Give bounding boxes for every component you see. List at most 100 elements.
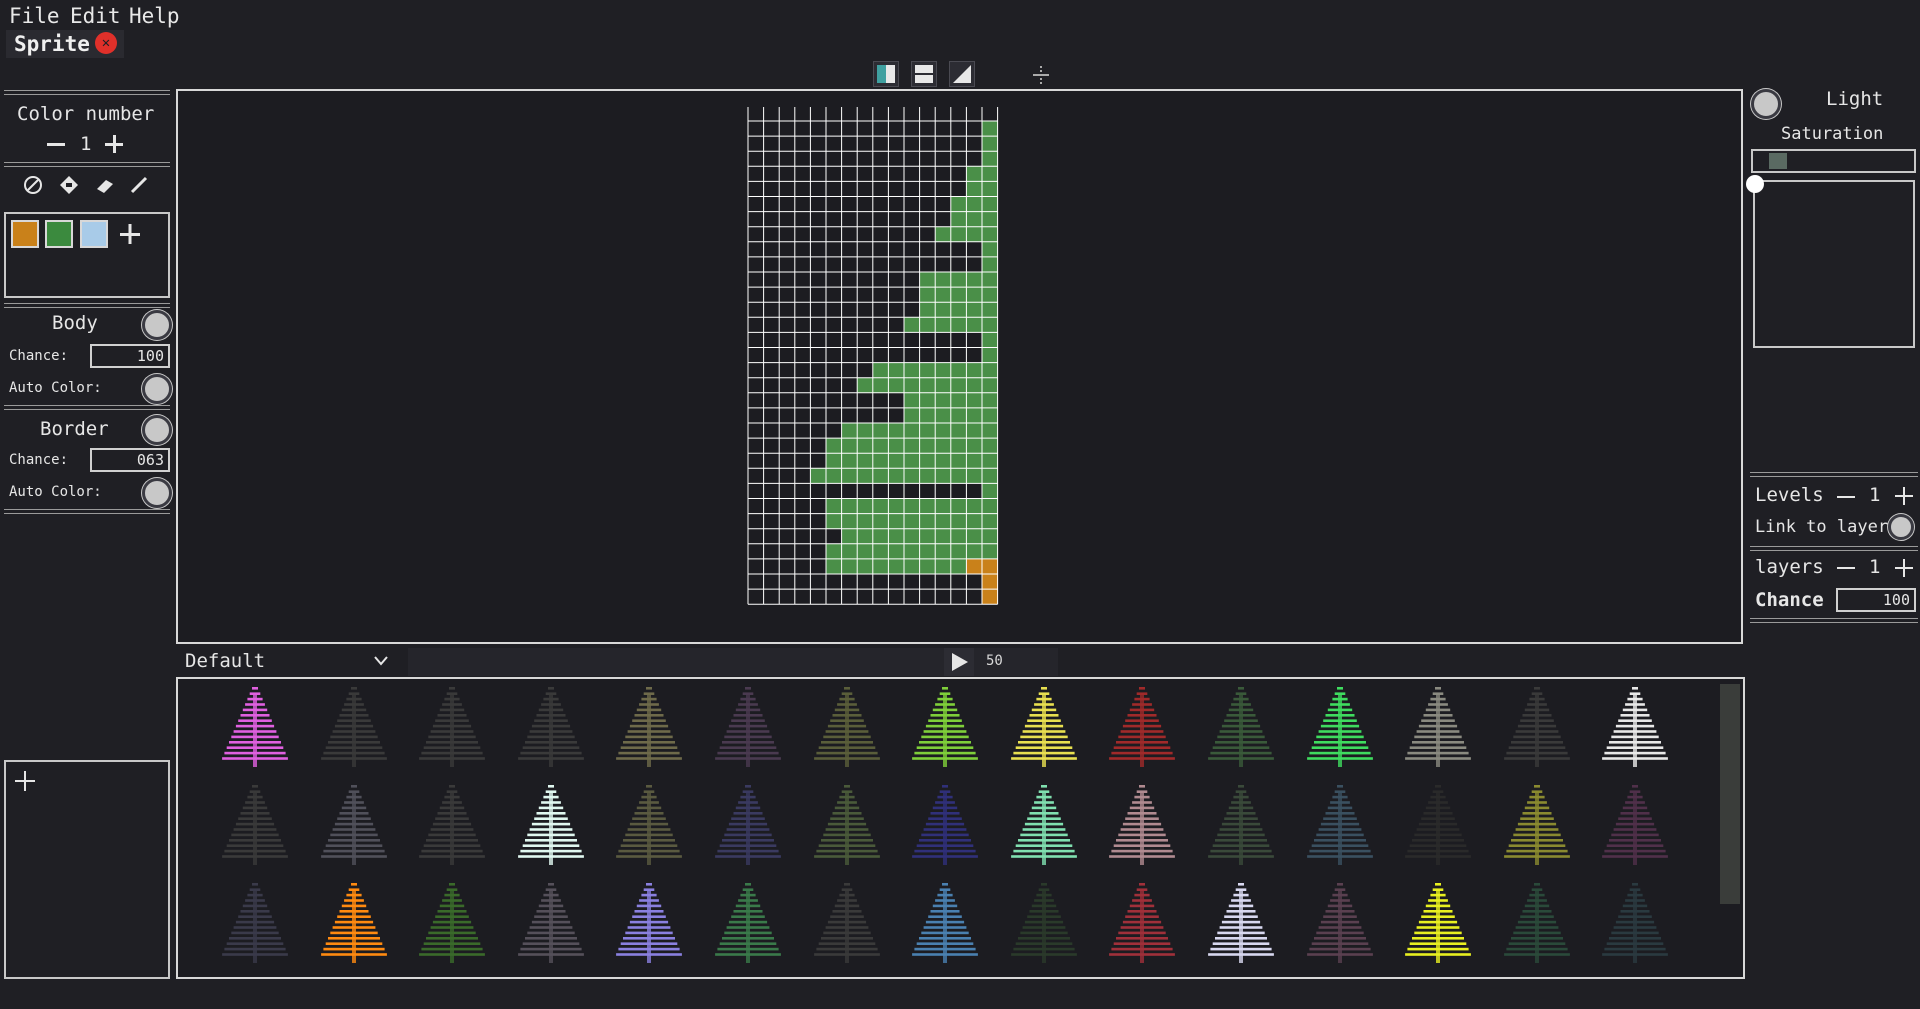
grid-cell[interactable] <box>950 196 967 212</box>
tree-sprite[interactable] <box>616 879 683 971</box>
layer-chance-input[interactable]: 100 <box>1836 588 1916 612</box>
pencil-icon[interactable] <box>128 174 150 196</box>
drawing-canvas[interactable] <box>176 89 1743 644</box>
grid-cell[interactable] <box>857 558 873 574</box>
tree-sprite[interactable] <box>912 683 979 775</box>
pixel-grid[interactable] <box>178 91 1741 642</box>
grid-cell[interactable] <box>950 423 967 439</box>
mirror-horizontal-icon[interactable] <box>911 61 937 87</box>
grid-cell[interactable] <box>919 423 936 439</box>
grid-cell[interactable] <box>935 287 951 303</box>
grid-cell[interactable] <box>857 528 873 544</box>
grid-cell[interactable] <box>935 272 951 288</box>
grid-cell[interactable] <box>904 528 920 544</box>
tree-sprite[interactable] <box>1109 683 1176 775</box>
no-symbol-icon[interactable] <box>22 174 44 196</box>
grid-cell[interactable] <box>841 498 858 514</box>
tree-sprite[interactable] <box>419 879 486 971</box>
tree-sprite[interactable] <box>1405 781 1472 873</box>
grid-cell[interactable] <box>982 392 998 408</box>
grid-cell[interactable] <box>841 558 858 574</box>
grid-cell[interactable] <box>966 211 982 227</box>
speed-value[interactable]: 50 <box>986 653 1003 669</box>
grid-cell[interactable] <box>857 453 873 469</box>
grid-cell[interactable] <box>872 558 889 574</box>
tree-sprite[interactable] <box>1602 879 1669 971</box>
grid-cell[interactable] <box>888 362 904 378</box>
light-toggle[interactable] <box>1751 89 1781 119</box>
grid-cell[interactable] <box>841 543 858 559</box>
tree-sprite[interactable] <box>320 879 387 971</box>
grid-cell[interactable] <box>966 407 982 423</box>
scrollbar[interactable] <box>1720 684 1740 904</box>
grid-cell[interactable] <box>966 272 982 288</box>
grid-cell[interactable] <box>826 498 842 514</box>
layers-plus-icon[interactable] <box>1894 558 1914 578</box>
grid-cell[interactable] <box>966 287 982 303</box>
grid-cell[interactable] <box>966 181 982 197</box>
grid-cell[interactable] <box>982 468 998 484</box>
grid-cell[interactable] <box>826 513 842 529</box>
grid-cell[interactable] <box>857 543 873 559</box>
levels-plus-icon[interactable] <box>1894 486 1914 506</box>
tree-sprite[interactable] <box>813 879 880 971</box>
grid-cell[interactable] <box>919 453 936 469</box>
grid-cell[interactable] <box>919 362 936 378</box>
palette-swatch-1[interactable] <box>11 220 39 248</box>
grid-cell[interactable] <box>966 543 982 559</box>
grid-cell[interactable] <box>872 543 889 559</box>
grid-cell[interactable] <box>904 498 920 514</box>
tree-sprite[interactable] <box>912 781 979 873</box>
tree-sprite[interactable] <box>715 683 781 775</box>
grid-cell[interactable] <box>904 558 920 574</box>
grid-cell[interactable] <box>966 498 982 514</box>
grid-cell[interactable] <box>966 423 982 439</box>
grid-cell[interactable] <box>872 528 889 544</box>
tree-sprite[interactable] <box>222 683 288 775</box>
grid-cell[interactable] <box>982 423 998 439</box>
grid-cell[interactable] <box>919 468 936 484</box>
border-auto-color-toggle[interactable] <box>142 478 172 508</box>
grid-cell[interactable] <box>888 377 904 393</box>
tree-sprite[interactable] <box>517 879 584 971</box>
grid-cell[interactable] <box>982 151 998 167</box>
tree-sprite[interactable] <box>1306 879 1373 971</box>
grid-cell[interactable] <box>982 287 998 303</box>
grid-cell[interactable] <box>982 166 998 182</box>
grid-cell[interactable] <box>950 392 967 408</box>
grid-cell[interactable] <box>982 362 998 378</box>
grid-cell[interactable] <box>919 407 936 423</box>
grid-cell[interactable] <box>982 226 998 242</box>
grid-cell[interactable] <box>888 438 904 454</box>
grid-cell[interactable] <box>966 558 982 574</box>
grid-cell[interactable] <box>982 574 998 590</box>
grid-cell[interactable] <box>966 438 982 454</box>
grid-cell[interactable] <box>966 362 982 378</box>
grid-cell[interactable] <box>888 423 904 439</box>
tree-sprite[interactable] <box>1010 781 1077 873</box>
tree-sprite[interactable] <box>1208 683 1274 775</box>
grid-cell[interactable] <box>935 317 951 333</box>
border-chance-input[interactable]: 063 <box>90 448 170 472</box>
grid-cell[interactable] <box>982 317 998 333</box>
grid-cell[interactable] <box>935 302 951 318</box>
grid-cell[interactable] <box>841 528 858 544</box>
grid-cell[interactable] <box>919 438 936 454</box>
layers-minus-icon[interactable] <box>1836 558 1856 578</box>
grid-cell[interactable] <box>935 558 951 574</box>
grid-cell[interactable] <box>982 483 998 499</box>
eraser-icon[interactable] <box>94 174 116 196</box>
grid-cell[interactable] <box>982 377 998 393</box>
tree-sprite[interactable] <box>1503 683 1570 775</box>
add-layer-icon[interactable] <box>14 770 36 792</box>
grid-cell[interactable] <box>904 468 920 484</box>
tree-sprite[interactable] <box>222 879 288 971</box>
grid-cell[interactable] <box>935 377 951 393</box>
grid-cell[interactable] <box>982 272 998 288</box>
border-toggle[interactable] <box>142 415 172 445</box>
grid-cell[interactable] <box>872 438 889 454</box>
grid-cell[interactable] <box>950 438 967 454</box>
grid-cell[interactable] <box>950 407 967 423</box>
tree-sprite[interactable] <box>1109 879 1176 971</box>
tree-sprite[interactable] <box>813 683 880 775</box>
